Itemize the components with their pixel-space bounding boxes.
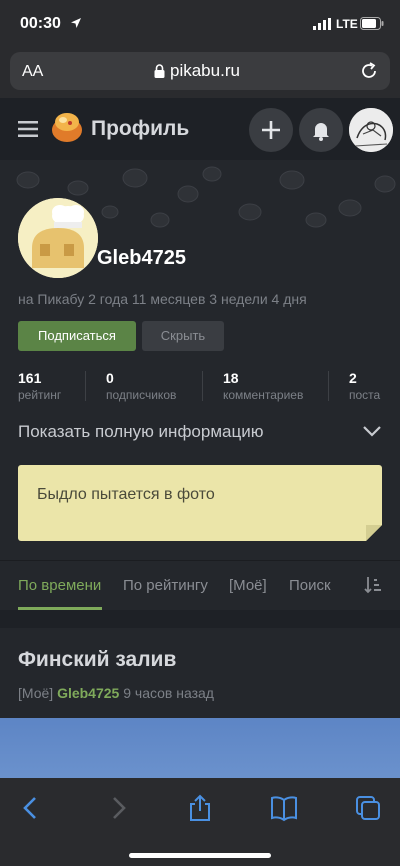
stat-divider [202,371,203,401]
stat-value: 0 [106,370,114,386]
stat-subscribers[interactable]: 0 подписчиков [106,370,176,402]
page-title: Профиль [91,117,190,140]
app-header: Профиль [0,98,400,160]
account-age: на Пикабу 2 года 11 месяцев 3 недели 4 д… [18,291,307,307]
tab-by-rating[interactable]: По рейтингу [123,577,208,594]
sort-icon[interactable] [364,576,382,594]
location-arrow-icon [71,18,81,28]
lock-icon [154,64,165,78]
stat-posts[interactable]: 2 поста [349,370,380,402]
stat-label: комментариев [223,388,304,402]
story-title[interactable]: Финский залив [18,648,176,672]
back-icon[interactable] [17,794,45,822]
battery-icon [360,17,384,30]
stat-value: 18 [223,370,239,386]
forward-icon[interactable] [104,794,132,822]
tab-by-time[interactable]: По времени [18,577,101,594]
stat-divider [85,371,86,401]
show-full-info-link[interactable]: Показать полную информацию [18,422,263,442]
profile-avatar[interactable] [18,198,98,278]
stat-divider [328,371,329,401]
profile-avatar-image [18,198,98,278]
story-tag[interactable]: [Моё] [18,685,53,701]
bookmarks-icon[interactable] [270,794,298,822]
story-time: 9 часов назад [123,685,214,701]
note-corner-fold [366,525,382,541]
active-tab-indicator [18,607,102,610]
subscribe-button[interactable]: Подписаться [18,321,136,351]
tabs-icon[interactable] [354,794,382,822]
notifications-button[interactable] [299,108,343,152]
tab-mine[interactable]: [Моё] [229,577,267,594]
stat-rating: 161 рейтинг [18,370,61,402]
plus-icon [262,121,280,139]
stat-value: 161 [18,370,42,386]
avatar[interactable] [349,108,393,152]
stat-label: подписчиков [106,388,177,402]
note-text: Быдло пытается в фото [37,486,215,503]
address-bar[interactable]: AA pikabu.ru [10,52,390,90]
hide-button[interactable]: Скрыть [142,321,224,351]
pikabu-logo-icon[interactable] [50,110,84,144]
add-post-button[interactable] [249,108,293,152]
browser-toolbar [0,778,400,866]
tab-search[interactable]: Поиск [289,577,331,594]
status-time: 00:30 [20,15,61,32]
signal-icon [313,18,331,30]
share-icon[interactable] [186,794,214,822]
stat-value: 2 [349,370,357,386]
username: Gleb4725 [97,247,186,269]
avatar-sketch-image [349,108,393,152]
story-meta: [Моё] Gleb4725 9 часов назад [18,685,214,701]
browser-bar: AA pikabu.ru [0,48,400,98]
stat-comments[interactable]: 18 комментариев [223,370,303,402]
network-type: LTE [336,17,358,31]
reload-icon[interactable] [359,61,379,81]
stat-label: поста [349,388,381,402]
bell-icon [313,123,329,141]
chevron-down-icon[interactable] [362,425,382,437]
sort-tabs: По времени По рейтингу [Моё] Поиск [0,560,400,610]
stat-label: рейтинг [18,388,62,402]
home-indicator [129,853,271,858]
url-text[interactable]: pikabu.ru [170,61,240,81]
hamburger-icon[interactable] [18,121,38,137]
text-size-button[interactable]: AA [22,63,43,81]
story-author[interactable]: Gleb4725 [57,685,119,701]
profile-note: Быдло пытается в фото [18,465,382,541]
profile-card: Gleb4725 на Пикабу 2 года 11 месяцев 3 н… [0,160,400,560]
status-bar: 00:30 LTE [0,0,400,48]
